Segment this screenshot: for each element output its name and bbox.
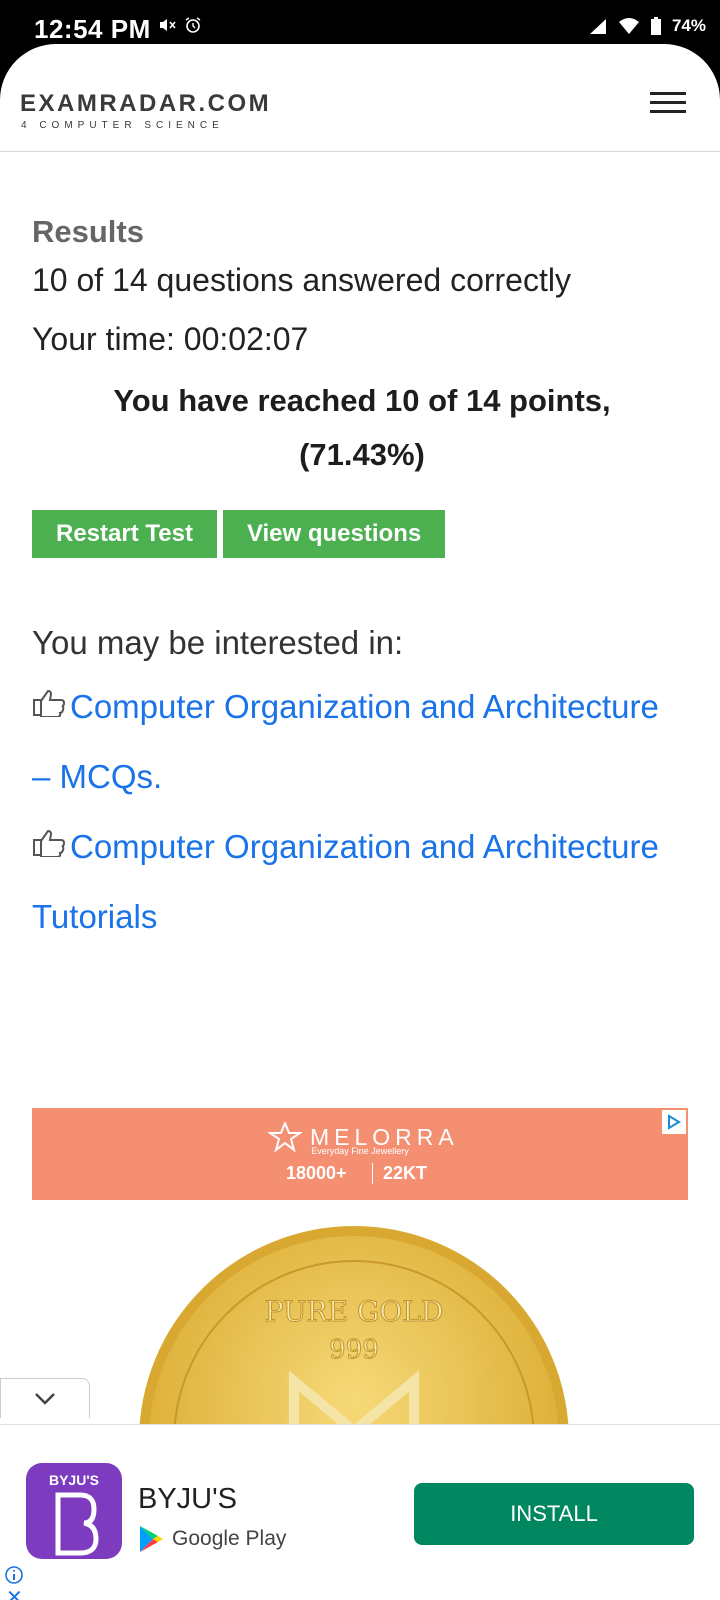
related-link-label: Tutorials [32,898,158,935]
status-time: 12:54 PM [34,14,151,44]
time-text: Your time: 00:02:07 [32,321,309,357]
results-actions: Restart Test View questions [32,510,446,558]
mute-icon [160,19,176,31]
install-button[interactable]: INSTALL [414,1483,694,1545]
interested-label: You may be interested in: [32,624,404,661]
score-text: 10 of 14 questions answered correctly [32,262,571,298]
thumbs-up-icon [32,811,66,881]
points-percentage: (71.43%) [299,437,425,472]
points-text: You have reached 10 of 14 points, (71.43… [32,374,692,482]
results-section: Results 10 of 14 questions answered corr… [32,214,692,482]
site-logo-title[interactable]: EXAMRADAR.COM [20,90,271,118]
ad-app-name[interactable]: BYJU'S [138,1483,237,1516]
related-link-label: – MCQs. [32,758,163,795]
results-heading: Results [32,214,144,249]
google-play-icon [140,1526,163,1552]
chevron-down-icon [35,1392,55,1405]
byjus-app-icon[interactable]: BYJU'S [26,1463,122,1559]
related-link-label: Computer Organization and Architecture [70,688,659,725]
bottom-app-install-ad: BYJU'S BYJU'S Google Play INSTALL ✕ [0,1424,720,1600]
collapse-ad-button[interactable] [0,1378,90,1418]
melorra-ad-banner[interactable]: MELORRA Everyday Fine Jewellery 18000+ 2… [32,1108,688,1200]
store-name: Google Play [172,1527,287,1550]
hamburger-menu-icon[interactable] [650,92,690,116]
site-header: EXAMRADAR.COM 4 COMPUTER SCIENCE [0,44,720,152]
points-line-1: You have reached 10 of 14 points, [113,383,611,418]
battery-level: 74% [671,16,706,35]
ad-tagline: Everyday Fine Jewellery [311,1146,409,1156]
battery-icon [650,17,661,35]
alarm-icon [185,17,201,33]
view-questions-button[interactable]: View questions [222,510,446,558]
related-link-label: Computer Organization and Architecture [70,828,659,865]
ad-stat-gold: 22KT [372,1163,427,1184]
ad-close-icon[interactable]: ✕ [6,1585,23,1600]
site-logo-subtitle: 4 COMPUTER SCIENCE [21,120,224,131]
adchoices-icon[interactable] [662,1110,686,1134]
page: EXAMRADAR.COM 4 COMPUTER SCIENCE Results… [0,44,720,1600]
thumbs-up-icon [32,671,66,741]
ad-info-icon[interactable] [4,1565,24,1585]
wifi-icon [618,18,639,34]
coin-text-top: PURE GOLD [265,1295,444,1328]
coin-text-mid: 999 [329,1335,379,1365]
related-link-coa-mcqs[interactable]: Computer Organization and Architecture – … [32,672,692,812]
ad-stat-designs: 18000+ [286,1163,347,1183]
google-play-store: Google Play [138,1525,286,1553]
signal-icon [589,19,606,34]
related-link-coa-tutorials[interactable]: Computer Organization and Architecture Tu… [32,812,692,952]
restart-test-button[interactable]: Restart Test [32,510,217,558]
